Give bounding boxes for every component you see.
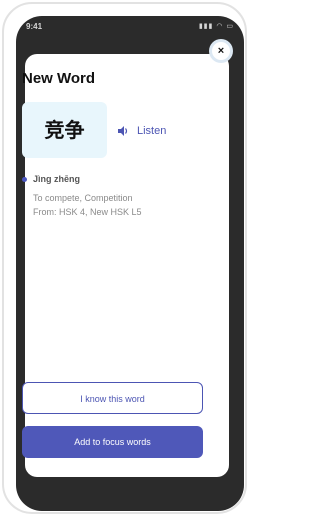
source-text: From: HSK 4, New HSK L5 xyxy=(33,207,142,217)
add-focus-words-button[interactable]: Add to focus words xyxy=(22,426,203,458)
modal-title: New Word xyxy=(22,70,96,87)
status-bar: 9:41 ▮▮▮ ◠ ▭ xyxy=(16,16,244,40)
pinyin-text: Jìng zhēng xyxy=(33,174,80,184)
speaker-icon xyxy=(118,126,128,136)
status-icons: ▮▮▮ ◠ ▭ xyxy=(198,23,234,30)
hanzi-card: 竞争 xyxy=(22,102,107,158)
listen-label: Listen xyxy=(137,125,167,137)
meaning-text: To compete, Competition xyxy=(33,193,133,203)
bullet-dot-icon xyxy=(22,177,27,182)
close-icon[interactable]: × xyxy=(212,42,230,60)
status-time: 9:41 xyxy=(26,22,43,31)
know-word-button[interactable]: I know this word xyxy=(22,382,203,414)
listen-button[interactable]: Listen xyxy=(117,124,166,138)
